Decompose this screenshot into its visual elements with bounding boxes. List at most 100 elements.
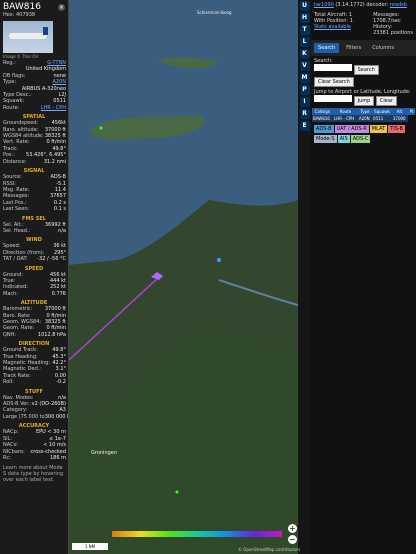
info-sections: SPATIAL Groundspeed: 456kt Baro. altitude: 3… <box>0 114 68 461</box>
jump-input[interactable] <box>314 95 352 102</box>
source-badge: ADS-B <box>314 125 334 133</box>
clear-search-button[interactable]: Clear Search <box>314 77 354 87</box>
map-controls: UHTLKVMPIRE <box>298 0 311 554</box>
tar1090-link[interactable]: tar1090 <box>314 2 334 8</box>
section-row: TAT / OAT: -32 / -56 °C <box>0 256 68 262</box>
aircraft-table: Callsign Route Type Squawk Alt. Pt BAW816 LHR … <box>312 108 415 122</box>
detail-value[interactable]: LHR - CPH <box>41 105 66 111</box>
jump-button[interactable]: Jump <box>353 96 375 106</box>
stats: Total Aircraft: 1 With Position: 1 Stats… <box>311 10 416 38</box>
table-row[interactable]: BAW816 LHR - CPH A20N 0511 37000 <box>312 115 415 122</box>
source-badge: TIS-B <box>388 125 405 133</box>
source-badge: AIS <box>337 135 350 143</box>
footnote: Learn more about Mode S data type by hov… <box>3 465 64 484</box>
row-label: Rc: <box>3 454 11 461</box>
control-button-e[interactable]: E <box>299 121 310 131</box>
column-header[interactable]: Alt. <box>391 108 409 115</box>
row-value: 300 000 lb) <box>44 413 69 420</box>
section-row: Large (75 000 to300 000 lb) <box>0 414 68 420</box>
row-label: Large (75 000 to <box>3 413 45 420</box>
section-row: Last Seen: 0.1 s <box>0 206 68 212</box>
control-button-r[interactable]: R <box>299 109 310 119</box>
photo-credit: Image © Thor Orr <box>3 54 39 59</box>
column-header[interactable]: Squawk <box>372 108 392 115</box>
row-value: -0.2 <box>56 379 66 386</box>
history-value: 23381 positions <box>373 30 413 36</box>
version-line: tar1090 (3.14.1772) decoder: readsb <box>311 0 416 10</box>
hex-id: Hex: 407938 <box>3 12 36 18</box>
control-button-i[interactable]: I <box>299 97 310 107</box>
table-header: Callsign Route Type Squawk Alt. Pt <box>312 108 415 115</box>
detail-label: Route: <box>3 104 20 111</box>
altitude-color-bar <box>112 531 282 537</box>
section-row: Distance: 31.2 nmi <box>0 159 68 165</box>
section-row: Roll: -0.2 <box>0 379 68 385</box>
detail-label: Type: <box>3 79 17 86</box>
place-label-top: Schiermonnikoog <box>197 10 232 15</box>
source-badge: MLAT <box>369 125 388 133</box>
row-label: Distance: <box>3 158 27 165</box>
control-button-k[interactable]: K <box>299 49 310 59</box>
info-header: BAW816 × <box>0 0 68 12</box>
place-label-groningen: Groningen <box>91 450 118 456</box>
tab-filters[interactable]: Filters <box>342 43 365 53</box>
zoom-controls: + − <box>288 524 298 546</box>
control-button-u[interactable]: U <box>299 1 310 11</box>
callsign: BAW816 <box>3 2 41 12</box>
row-value: n/a <box>58 227 66 234</box>
table-cell: BAW816 <box>312 115 334 122</box>
column-header[interactable]: Route <box>333 108 358 115</box>
row-value: 1012.8 hPa <box>37 331 66 338</box>
table-cell: LHR - CPH <box>333 115 358 122</box>
table-cell: 0511 <box>372 115 392 122</box>
map-attribution: © OpenStreetMap contributors <box>238 547 301 552</box>
search-button[interactable]: Search <box>353 65 379 75</box>
column-header[interactable]: Pt <box>408 108 415 115</box>
search-box: Search: Search Clear Search Jump to Airp… <box>311 56 416 108</box>
stats-link[interactable]: Stats available <box>314 24 353 30</box>
scale-bar: 1 NM <box>72 543 108 550</box>
tab-search[interactable]: Search <box>314 43 340 53</box>
row-label: TAT / OAT: <box>3 256 28 263</box>
control-button-p[interactable]: P <box>299 85 310 95</box>
aircraft-photo[interactable] <box>3 21 53 53</box>
zoom-in-button[interactable]: + <box>288 524 297 533</box>
row-value: 0.776 <box>51 290 66 297</box>
row-label: Sel. Head.: <box>3 227 31 234</box>
table-cell: 37000 <box>391 115 409 122</box>
decoder-label: decoder: <box>366 2 389 8</box>
section-row: Mach: 0.776 <box>0 291 68 297</box>
clear-button[interactable]: Clear <box>375 96 397 106</box>
section-row: Sel. Head.: n/a <box>0 228 68 234</box>
row-label: Mach: <box>3 290 18 297</box>
table-cell: A20N <box>357 115 373 122</box>
section-row: QNH: 1012.8 hPa <box>0 332 68 338</box>
column-header[interactable]: Type <box>357 108 373 115</box>
tab-columns[interactable]: Columns <box>368 43 398 53</box>
row-label: Last Seen: <box>3 206 30 213</box>
column-header[interactable]: Callsign <box>312 108 334 115</box>
control-button-t[interactable]: T <box>299 25 310 35</box>
search-input[interactable] <box>314 64 352 71</box>
row-label: QNH: <box>3 331 17 338</box>
zoom-out-button[interactable]: − <box>288 535 297 544</box>
control-button-v[interactable]: V <box>299 61 310 71</box>
row-value: 0.1 s <box>53 206 66 213</box>
row-value: -32 / -56 °C <box>37 256 66 263</box>
row-value: 186 m <box>49 454 66 461</box>
sidebar: tar1090 (3.14.1772) decoder: readsb Tota… <box>311 0 416 554</box>
close-icon[interactable]: × <box>58 3 65 11</box>
aircraft-info-panel: BAW816 × Hex: 407938 Image © Thor Orr Re… <box>0 0 69 554</box>
map-canvas[interactable] <box>69 0 298 554</box>
detail-label: Reg.: <box>3 60 16 66</box>
sidebar-tabs: Search Filters Columns <box>311 40 416 56</box>
detail-row: Route: LHR - CPH <box>0 105 68 111</box>
readsb-link[interactable]: readsb <box>390 2 407 8</box>
control-button-l[interactable]: L <box>299 37 310 47</box>
control-button-h[interactable]: H <box>299 13 310 23</box>
row-value: 31.2 nmi <box>43 158 66 165</box>
control-button-m[interactable]: M <box>299 73 310 83</box>
row-label: Roll: <box>3 379 14 386</box>
source-badge: ADS-C <box>350 135 371 143</box>
map[interactable]: Schiermonnikoog Groningen <box>69 0 298 554</box>
